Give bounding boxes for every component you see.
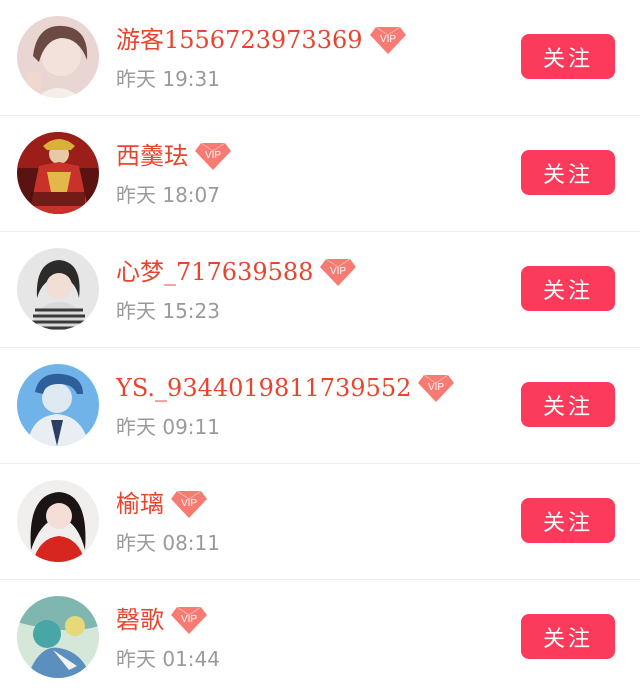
follow-button[interactable]: 关注 [521, 382, 615, 427]
vip-badge-icon: VIP [171, 606, 207, 634]
vip-badge-icon: VIP [171, 490, 207, 518]
svg-text:VIP: VIP [330, 266, 346, 277]
last-active-time: 昨天 08:11 [116, 531, 220, 555]
avatar-image [17, 16, 99, 98]
list-item[interactable]: 游客1556723973369 VIP 昨天 19:31 关注 [0, 0, 640, 116]
list-item[interactable]: 心梦_717639588 VIP 昨天 15:23 关注 [0, 232, 640, 348]
follow-button[interactable]: 关注 [521, 614, 615, 659]
last-active-time: 昨天 19:31 [116, 67, 220, 91]
svg-text:VIP: VIP [181, 498, 197, 509]
user-name[interactable]: 榆璃 [116, 484, 164, 524]
vip-badge-icon: VIP [369, 26, 406, 54]
svg-text:VIP: VIP [428, 382, 444, 393]
avatar-image [17, 364, 99, 446]
list-item[interactable]: 榆璃 VIP 昨天 08:11 关注 [0, 464, 640, 580]
avatar-image [17, 596, 99, 678]
follow-button[interactable]: 关注 [521, 150, 615, 195]
svg-text:VIP: VIP [205, 150, 221, 161]
user-name[interactable]: 西羹珐 [116, 136, 188, 176]
vip-badge-icon: VIP [418, 374, 455, 402]
avatar[interactable] [17, 480, 99, 562]
follow-button[interactable]: 关注 [521, 34, 615, 79]
vip-badge-icon: VIP [320, 258, 357, 286]
user-name[interactable]: 心梦_717639588 [116, 252, 313, 292]
last-active-time: 昨天 15:23 [116, 299, 220, 323]
last-active-time: 昨天 18:07 [116, 183, 220, 207]
list-item[interactable]: YS._9344019811739552 VIP 昨天 09:11 关注 [0, 348, 640, 464]
avatar-image [17, 480, 99, 562]
user-name[interactable]: 游客1556723973369 [116, 20, 363, 60]
follow-button[interactable]: 关注 [521, 498, 615, 543]
last-active-time: 昨天 09:11 [116, 415, 220, 439]
list-item[interactable]: 西羹珐 VIP 昨天 18:07 关注 [0, 116, 640, 232]
follow-button[interactable]: 关注 [521, 266, 615, 311]
follow-list: 游客1556723973369 VIP 昨天 19:31 关注 西羹珐 VIP … [0, 0, 640, 696]
user-name[interactable]: 磬歌 [116, 600, 164, 640]
svg-text:VIP: VIP [181, 614, 197, 625]
avatar[interactable] [17, 364, 99, 446]
svg-text:VIP: VIP [379, 34, 395, 45]
avatar[interactable] [17, 248, 99, 330]
avatar-image [17, 248, 99, 330]
avatar[interactable] [17, 596, 99, 678]
user-name[interactable]: YS._9344019811739552 [116, 368, 411, 408]
vip-badge-icon: VIP [195, 142, 231, 170]
last-active-time: 昨天 01:44 [116, 647, 220, 671]
avatar[interactable] [17, 132, 99, 214]
list-item[interactable]: 磬歌 VIP 昨天 01:44 关注 [0, 580, 640, 696]
avatar-image [17, 132, 99, 214]
avatar[interactable] [17, 16, 99, 98]
